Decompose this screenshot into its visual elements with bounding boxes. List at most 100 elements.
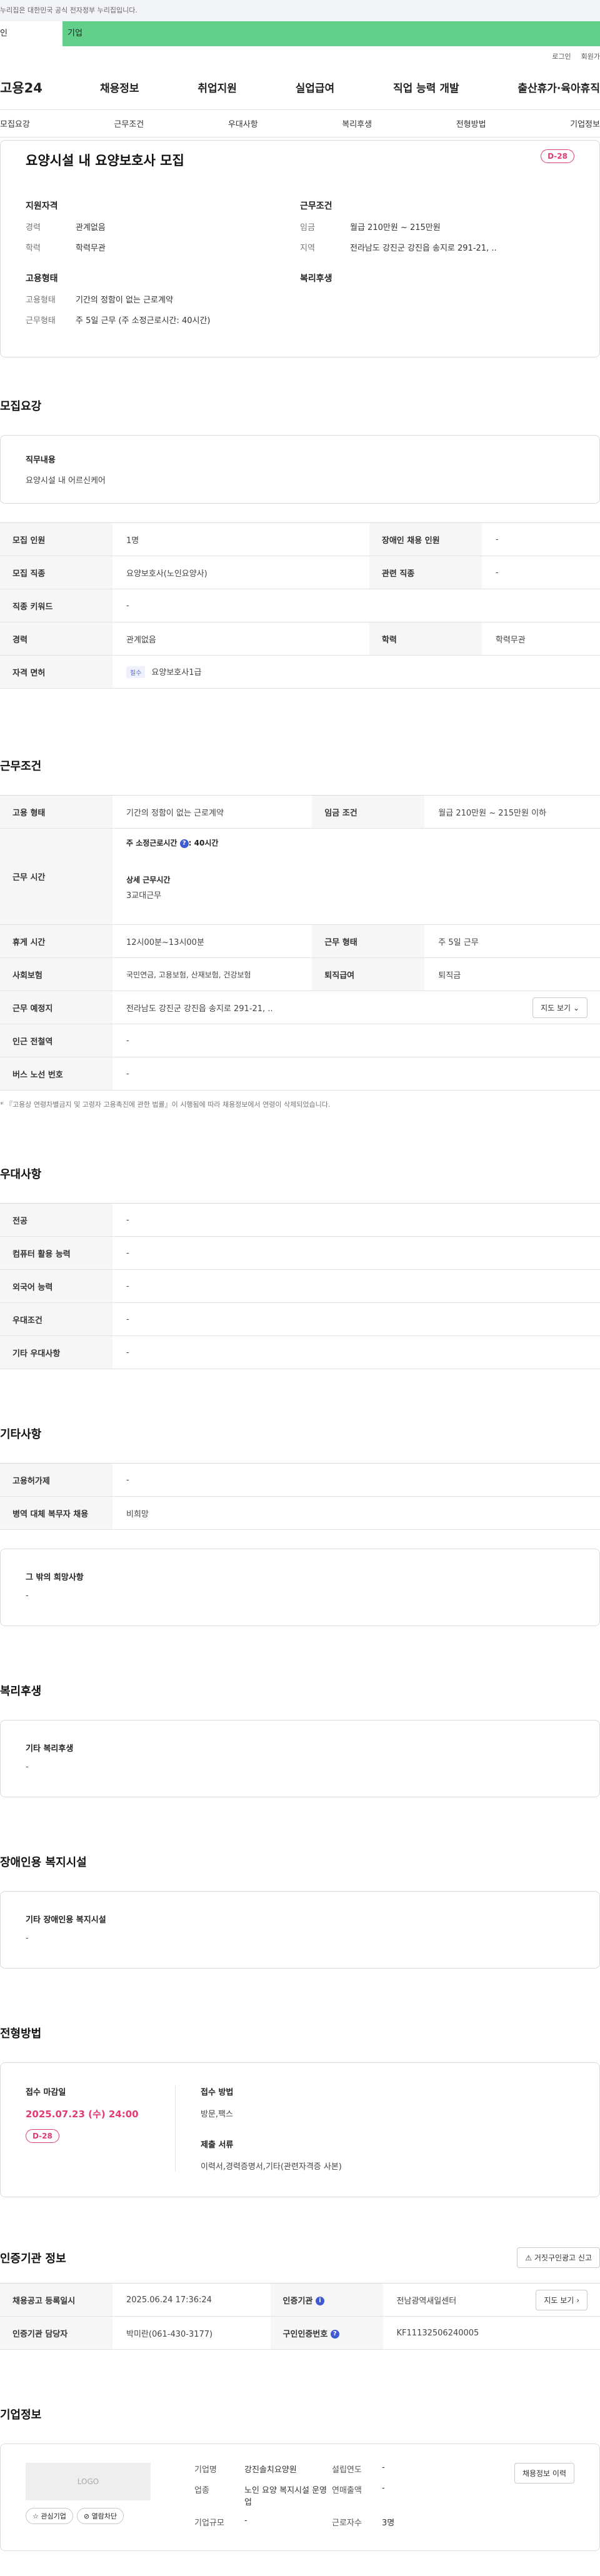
etc-value: -: [112, 1335, 600, 1369]
weekly-hours: 주 소정근로시간 ?: 40시간: [126, 837, 600, 848]
lang-value: -: [112, 1269, 600, 1303]
subway-label: 인근 전철역: [0, 1024, 112, 1057]
subnav-process[interactable]: 전형방법: [456, 117, 486, 129]
reqno-label-text: 구인인증번호: [282, 2329, 328, 2339]
org-label: 인증기관 i: [270, 2283, 383, 2317]
interest-button[interactable]: ☆ 관심기업: [26, 2508, 73, 2524]
history-button[interactable]: 채용정보 이력: [514, 2463, 574, 2484]
weekly-hours-label: 주 소정근로시간: [126, 839, 180, 847]
bus-value: -: [112, 1057, 600, 1091]
gnb-item-leave[interactable]: 출산휴가·육아휴직: [518, 79, 600, 95]
staff-value: 3명: [382, 2519, 395, 2528]
chevron-right-icon: ›: [576, 2295, 579, 2305]
subnav-welfare[interactable]: 복리후생: [342, 117, 372, 129]
welfare-value: -: [26, 1762, 29, 1772]
insure-label: 사회보험: [0, 957, 112, 991]
founded-label: 설립연도: [332, 2465, 362, 2475]
table-row: 기타 우대사항 -: [0, 1335, 600, 1369]
hours-label: 근무 시간: [0, 828, 112, 925]
wagecond-label: 임금 조건: [312, 795, 425, 829]
emp-value: 기간의 정함이 없는 근로계약: [112, 795, 312, 829]
others-title: 기타사항: [0, 1428, 42, 1441]
subnav-recruit[interactable]: 모집요강: [0, 117, 30, 129]
company-name-value: 강진솔치요양원: [244, 2465, 297, 2475]
keyword-label: 직종 키워드: [0, 589, 112, 622]
conditions-title: 근무조건: [0, 760, 42, 773]
subnav-preference[interactable]: 우대사항: [228, 117, 258, 129]
reqno-value: KF11132506240005: [382, 2316, 600, 2350]
job-value: 요양보호사(노인요양사): [112, 556, 369, 589]
manager-value: 박미란(061-430-3177): [112, 2316, 271, 2350]
info-icon[interactable]: ?: [330, 2330, 339, 2339]
process-title: 전형방법: [0, 2027, 42, 2040]
duty-text: 요양시설 내 어르신케어: [26, 476, 106, 486]
retire-label: 퇴직급여: [312, 957, 425, 991]
gnb-menu: 채용정보 취업지원 실업급여 직업 능력 개발 출산휴가·육아휴직: [100, 79, 600, 95]
subnav-conditions[interactable]: 근무조건: [114, 117, 144, 129]
disability-label: 기타 장애인용 복지시설: [26, 1915, 106, 1925]
agency-map-button[interactable]: 지도 보기 ›: [536, 2289, 588, 2310]
star-icon: ☆: [32, 2512, 39, 2520]
welfare-heading: 복리후생: [300, 274, 332, 284]
history-col: 채용정보 이력: [514, 2463, 574, 2484]
subnav-company[interactable]: 기업정보: [570, 117, 600, 129]
company-logo: LOGO: [26, 2463, 151, 2500]
career-row-label: 경력: [0, 622, 112, 656]
table-row: 버스 노선 번호 -: [0, 1057, 600, 1091]
military-value: 비희망: [112, 1496, 600, 1530]
disability-value: -: [26, 1934, 29, 1943]
preference-title: 우대사항: [0, 1168, 42, 1181]
report-button[interactable]: ⚠ 거짓구인광고 신고: [517, 2247, 600, 2268]
major-value: -: [112, 1203, 600, 1237]
wagecond-value: 월급 210만원 ~ 215만원 이하: [424, 795, 600, 829]
company-title: 기업정보: [0, 2409, 42, 2422]
sales-label: 연매출액: [332, 2486, 362, 2495]
conditions-heading: 근무조건: [300, 201, 332, 211]
join-link[interactable]: 회원가: [581, 51, 600, 65]
tab-company[interactable]: 기업: [62, 21, 600, 46]
login-link[interactable]: 로그인: [552, 51, 571, 65]
info-icon[interactable]: ?: [179, 839, 189, 848]
edu-value: 학력무관: [76, 244, 106, 253]
table-row: 자격 면허 필수 요양보호사1급: [0, 655, 600, 689]
duty-label: 직무내용: [26, 456, 56, 465]
gnb-item-jobs[interactable]: 채용정보: [100, 79, 139, 95]
utility-menu: 로그인 회원가: [0, 51, 600, 65]
process-box: 접수 마감일 2025.07.23 (수) 24:00 D-28 접수 방법 방…: [0, 2062, 600, 2197]
job-title: 요양시설 내 요양보호사 모집: [26, 153, 184, 168]
summary-card: 요양시설 내 요양보호사 모집 D-28 지원자격 경력 관계없음 학력 학력무관 …: [0, 140, 600, 357]
table-row: 사회보험 국민연금, 고용보험, 산재보험, 건강보험 퇴직급여 퇴직금: [0, 957, 600, 991]
deadline-label: 접수 마감일: [26, 2088, 66, 2097]
form-value: 주 5일 근무: [424, 924, 600, 958]
keyword-value: -: [112, 589, 600, 622]
gnb-item-support[interactable]: 취업지원: [198, 79, 237, 95]
block-button[interactable]: ⊘ 열람차단: [76, 2508, 124, 2524]
wage-label: 임금: [300, 223, 315, 232]
agency-header: 인증기관 정보 ⚠ 거짓구인광고 신고: [0, 2247, 600, 2268]
info-icon[interactable]: i: [315, 2297, 324, 2305]
agency-table: 채용공고 등록일시 2025.06.24 17:36:24 인증기관 i 전남광…: [0, 2283, 600, 2350]
welfare-label: 기타 복리후생: [26, 1744, 74, 1754]
career-value: 관계없음: [76, 223, 106, 232]
break-label: 휴게 시간: [0, 924, 112, 958]
gnb-item-unemployment[interactable]: 실업급여: [296, 79, 335, 95]
retire-value: 퇴직금: [424, 957, 600, 991]
table-row: 병역 대체 복무자 채용 비희망: [0, 1496, 600, 1530]
pref-value: -: [112, 1302, 600, 1336]
gnb-item-training[interactable]: 직업 능력 개발: [393, 79, 459, 95]
etc-label: 기타 우대사항: [0, 1335, 112, 1369]
lang-label: 외국어 능력: [0, 1269, 112, 1303]
welfare-box: 기타 복리후생 -: [0, 1720, 600, 1797]
org-value: 전남광역새일센터: [396, 2296, 457, 2306]
tab-personal[interactable]: 인: [0, 21, 62, 46]
map-button[interactable]: 지도 보기 ⌄: [532, 997, 588, 1018]
edu-row-label: 학력: [369, 622, 482, 656]
emp-label: 고용 형태: [0, 795, 112, 829]
preference-table: 전공 - 컴퓨터 활용 능력 - 외국어 능력 - 우대조건 - 기타 우대사항 -: [0, 1203, 600, 1369]
founded-value: -: [382, 2463, 385, 2472]
others-table: 고용허가제 - 병역 대체 복무자 채용 비희망: [0, 1463, 600, 1530]
region-label: 지역: [300, 244, 315, 253]
license-label: 자격 면허: [0, 655, 112, 689]
site-logo[interactable]: 고용24: [0, 78, 100, 97]
manager-label: 인증기관 담당자: [0, 2316, 112, 2350]
